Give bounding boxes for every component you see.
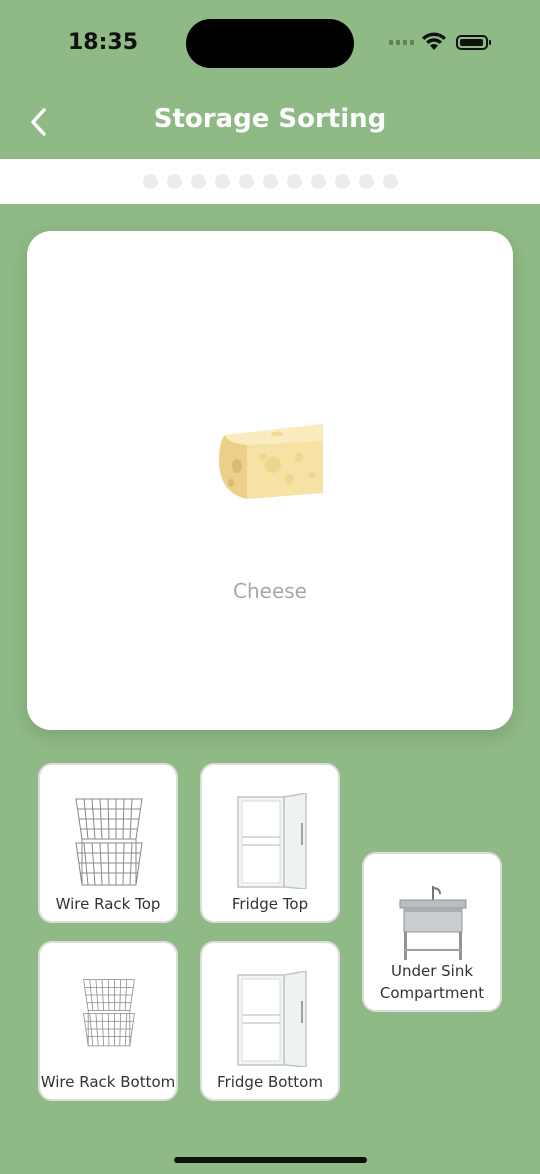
option-fridge-top[interactable]: Fridge Top <box>200 763 340 923</box>
item-name: Cheese <box>233 579 307 603</box>
option-under-sink[interactable]: Under Sink Compartment <box>362 852 502 1012</box>
option-label: Fridge Top <box>231 895 309 913</box>
progress-dot <box>262 174 278 189</box>
option-label: Wire Rack Bottom <box>40 1073 176 1091</box>
cheese-icon <box>219 424 323 499</box>
dynamic-island <box>186 19 354 68</box>
progress-dots <box>0 159 540 204</box>
progress-dot <box>310 174 326 189</box>
progress-dot <box>142 174 158 189</box>
progress-dot <box>214 174 230 189</box>
fridge-icon <box>237 793 307 889</box>
wire-rack-icon <box>83 979 135 1047</box>
home-indicator[interactable] <box>174 1157 367 1163</box>
progress-dot <box>238 174 254 189</box>
progress-dot <box>334 174 350 189</box>
progress-dot <box>382 174 398 189</box>
wire-rack-icon <box>75 798 143 886</box>
fridge-icon <box>237 971 307 1067</box>
battery-icon <box>456 35 491 50</box>
progress-dot <box>358 174 374 189</box>
progress-dot <box>166 174 182 189</box>
wifi-icon <box>422 32 446 50</box>
option-label: Fridge Bottom <box>217 1073 323 1091</box>
option-label: Wire Rack Top <box>55 895 161 913</box>
sink-icon <box>399 886 467 960</box>
status-time: 18:35 <box>68 30 139 55</box>
item-card: Cheese <box>27 231 513 730</box>
page-title: Storage Sorting <box>153 104 387 134</box>
nav-header: Storage Sorting <box>0 90 540 158</box>
option-fridge-bottom[interactable]: Fridge Bottom <box>200 941 340 1101</box>
progress-dot <box>286 174 302 189</box>
option-wire-rack-bottom[interactable]: Wire Rack Bottom <box>38 941 178 1101</box>
cellular-signal-icon <box>389 40 414 45</box>
status-bar: 18:35 <box>0 0 540 90</box>
option-wire-rack-top[interactable]: Wire Rack Top <box>38 763 178 923</box>
option-label: Under Sink Compartment <box>379 962 485 1002</box>
progress-dot <box>190 174 206 189</box>
